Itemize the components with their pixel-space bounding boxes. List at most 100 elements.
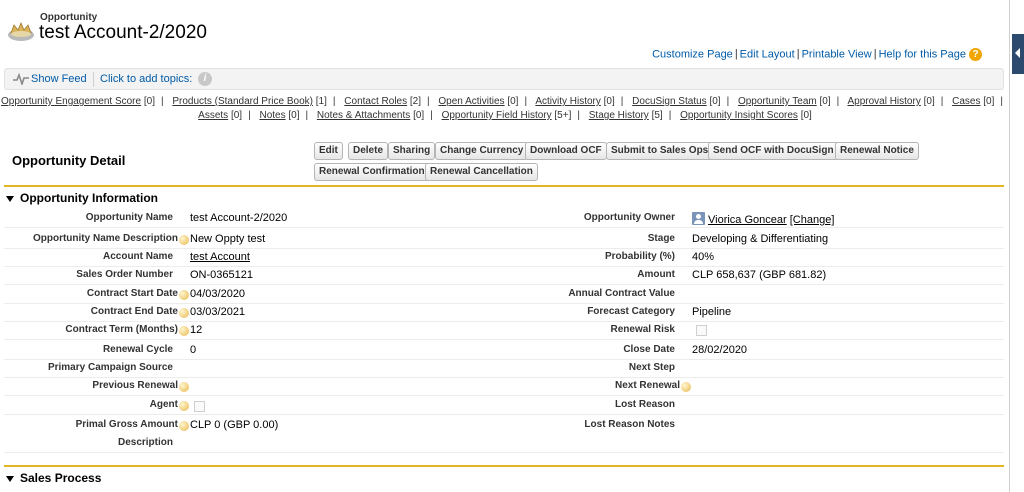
- field-row: Account Name test Account Probability (%…: [4, 248, 1004, 267]
- related-link[interactable]: Notes & Attachments: [317, 110, 410, 121]
- field-label: Primal Gross Amount: [75, 419, 178, 430]
- section-divider: [4, 465, 1004, 467]
- link-separator: |: [734, 48, 738, 61]
- field-value: New Oppty test: [190, 233, 266, 245]
- section-divider: [4, 185, 1004, 187]
- send-ocf-docusign-button[interactable]: Send OCF with DocuSign: [708, 142, 839, 160]
- related-link[interactable]: Opportunity Engagement Score: [1, 96, 141, 107]
- link-separator: |: [620, 96, 624, 107]
- field-row: Contract Start Date 04/03/2020 Annual Co…: [4, 285, 1004, 304]
- related-link[interactable]: Approval History: [847, 96, 920, 107]
- help-link[interactable]: Help for this Page: [879, 48, 966, 60]
- account-link[interactable]: test Account: [190, 251, 250, 263]
- field-label: Amount: [637, 269, 675, 280]
- sharing-button[interactable]: Sharing: [388, 142, 436, 160]
- link-separator: |: [836, 96, 840, 107]
- related-count: [0]: [800, 110, 812, 121]
- printable-view-link[interactable]: Printable View: [802, 48, 872, 60]
- help-hint-icon[interactable]: [681, 382, 691, 392]
- related-link[interactable]: Cases: [952, 96, 980, 107]
- related-link[interactable]: Products (Standard Price Book): [172, 96, 313, 107]
- link-separator: |: [796, 48, 800, 61]
- collapse-triangle-icon[interactable]: [6, 475, 14, 482]
- agent-checkbox: [194, 401, 205, 412]
- field-value: ON-0365121: [190, 269, 253, 281]
- field-label: Contract End Date: [90, 306, 178, 317]
- related-count: [5+]: [554, 110, 572, 121]
- related-count: [0]: [819, 96, 831, 107]
- show-feed-link[interactable]: Show Feed: [31, 73, 87, 85]
- opportunity-information-header[interactable]: Opportunity Information: [6, 191, 158, 205]
- help-hint-icon[interactable]: [179, 401, 189, 411]
- delete-button[interactable]: Delete: [348, 142, 389, 160]
- field-label: Renewal Cycle: [102, 344, 173, 355]
- owner-link[interactable]: Viorica Goncear: [708, 214, 787, 226]
- related-link[interactable]: Activity History: [535, 96, 601, 107]
- related-count: [1]: [315, 96, 327, 107]
- info-icon[interactable]: i: [198, 72, 212, 86]
- related-link[interactable]: Opportunity Field History: [442, 110, 552, 121]
- download-ocf-button[interactable]: Download OCF: [525, 142, 607, 160]
- field-label: Contract Term (Months): [65, 324, 178, 335]
- collapse-triangle-icon[interactable]: [6, 195, 14, 202]
- link-separator: |: [873, 48, 877, 61]
- detail-section-title: Opportunity Detail: [12, 153, 126, 168]
- renewal-confirmation-button[interactable]: Renewal Confirmation: [314, 163, 430, 181]
- field-row: Primal Gross Amount CLP 0 (GBP 0.00) Los…: [4, 416, 1004, 435]
- field-label: Account Name: [102, 251, 173, 262]
- page-title: test Account-2/2020: [39, 22, 207, 43]
- related-count: [5]: [651, 110, 663, 121]
- help-hint-icon[interactable]: [179, 326, 189, 336]
- related-links-row-2: Assets [0] | Notes [0] | Notes & Attachmen…: [0, 110, 1010, 121]
- add-topics-link[interactable]: Click to add topics:: [100, 73, 192, 85]
- related-link[interactable]: Open Activities: [438, 96, 504, 107]
- renewal-notice-button[interactable]: Renewal Notice: [835, 142, 919, 160]
- help-hint-icon[interactable]: [179, 308, 189, 318]
- field-label: Opportunity Name Description: [32, 233, 178, 244]
- renewal-cancellation-button[interactable]: Renewal Cancellation: [425, 163, 538, 181]
- edit-layout-link[interactable]: Edit Layout: [740, 48, 795, 60]
- related-link[interactable]: Contact Roles: [344, 96, 407, 107]
- sales-process-header[interactable]: Sales Process: [6, 471, 101, 485]
- related-link[interactable]: Opportunity Team: [738, 96, 817, 107]
- field-row: Contract Term (Months) 12 Renewal Risk: [4, 321, 1004, 340]
- field-value: 04/03/2020: [190, 288, 246, 300]
- related-count: [2]: [409, 96, 422, 107]
- submit-sales-ops-button[interactable]: Submit to Sales Ops: [606, 142, 714, 160]
- customize-page-link[interactable]: Customize Page: [652, 48, 733, 60]
- related-link[interactable]: Assets: [198, 110, 228, 121]
- change-owner-link[interactable]: [Change]: [790, 214, 835, 226]
- related-count: [0]: [288, 110, 300, 121]
- related-link[interactable]: Notes: [259, 110, 285, 121]
- change-currency-button[interactable]: Change Currency: [435, 142, 529, 160]
- help-hint-icon[interactable]: [179, 290, 189, 300]
- page-links: Customize Page | Edit Layout | Printable Vie…: [652, 48, 982, 61]
- feed-bar: Show Feed Click to add topics: i: [4, 68, 1004, 90]
- field-value: 12: [190, 324, 203, 336]
- field-row: Opportunity Name test Account-2/2020 Opp…: [4, 209, 1004, 228]
- related-links-row-1: Opportunity Engagement Score [0] | Produc…: [0, 96, 1010, 107]
- field-label: Sales Order Number: [76, 269, 173, 280]
- field-row: Renewal Cycle 0 Close Date 28/02/2020: [4, 341, 1004, 360]
- field-label: Description: [117, 437, 173, 448]
- help-hint-icon[interactable]: [179, 421, 189, 431]
- feed-pulse-icon: [13, 73, 29, 85]
- field-label: Opportunity Owner: [583, 212, 675, 223]
- help-hint-icon[interactable]: [179, 382, 189, 392]
- field-row: Contract End Date 03/03/2021 Forecast Ca…: [4, 303, 1004, 322]
- edit-button[interactable]: Edit: [314, 142, 343, 160]
- sidebar-divider: [1009, 0, 1010, 492]
- sidebar-toggle-tab[interactable]: [1012, 34, 1024, 74]
- related-link[interactable]: Stage History: [589, 110, 649, 121]
- help-hint-icon[interactable]: [179, 235, 189, 245]
- section-title: Sales Process: [20, 471, 102, 485]
- field-value: 03/03/2021: [190, 306, 246, 318]
- field-label: Lost Reason: [614, 399, 675, 410]
- opportunity-crown-icon: [8, 21, 34, 41]
- related-link[interactable]: Opportunity Insight Scores: [680, 110, 798, 121]
- field-row: Opportunity Name Description New Oppty t…: [4, 230, 1004, 249]
- related-link[interactable]: DocuSign Status: [632, 96, 707, 107]
- help-icon[interactable]: ?: [969, 48, 982, 61]
- feed-divider: [93, 72, 94, 87]
- link-separator: |: [332, 96, 336, 107]
